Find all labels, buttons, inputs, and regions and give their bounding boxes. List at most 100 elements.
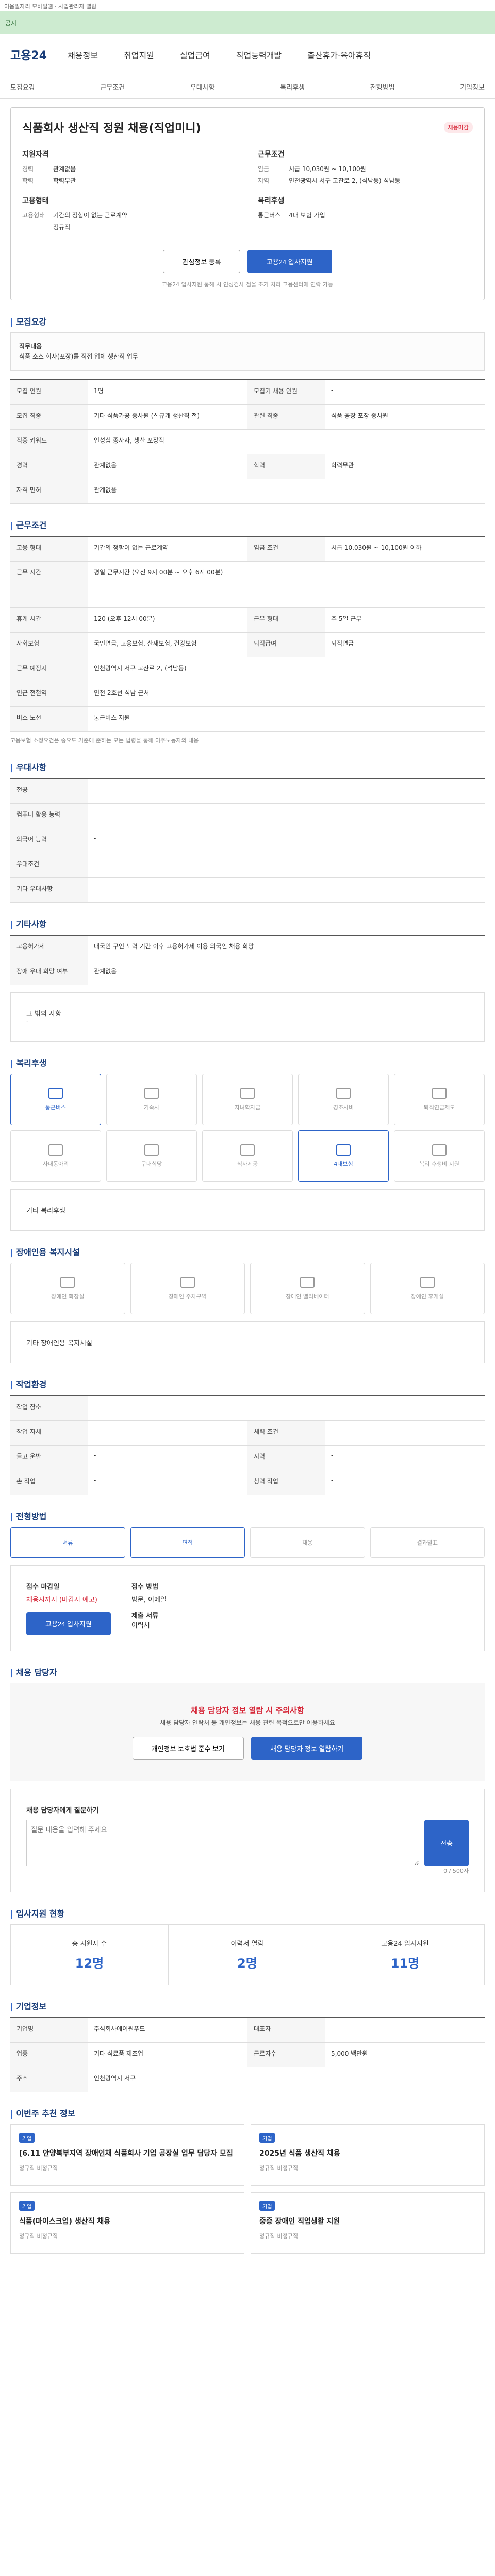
nav-item[interactable]: 출산휴가·육아휴직 bbox=[307, 48, 371, 61]
label: 지역 bbox=[258, 177, 270, 184]
item-title: [6.11 안양북부지역 장애인채 식품회사 기업 공장실 업무 담당자 모집 bbox=[19, 2149, 233, 2158]
recruit-section: 모집요강 직무내용 식품 소스 회사(포장)를 직접 업체 생산직 업무 모집 … bbox=[10, 315, 485, 504]
tab[interactable]: 기업정보 bbox=[460, 82, 485, 92]
apply-button[interactable]: 고용24 입사지원 bbox=[247, 250, 332, 273]
label: 경력 bbox=[22, 165, 34, 173]
cond-heading: 근무조건 bbox=[258, 150, 285, 159]
favorite-button[interactable]: 관심정보 등록 bbox=[163, 250, 240, 273]
welfare-card: 구내식당 bbox=[106, 1130, 197, 1182]
disabled-section: 장애인용 복지시설 장애인 화장실 장애인 주차구역 장애인 엘리베이터 장애인… bbox=[10, 1245, 485, 1363]
section-title: 이번주 추천 정보 bbox=[10, 2107, 485, 2119]
related-section: 이번주 추천 정보 기업 [6.11 안양북부지역 장애인채 식품회사 기업 공장… bbox=[10, 2107, 485, 2254]
work-note: 고용보험 소정요건은 중요도 기준에 준하는 모든 법령을 통해 이주노동자의 … bbox=[10, 737, 199, 744]
th: 근무 예정지 bbox=[10, 657, 88, 682]
related-item[interactable]: 기업 [6.11 안양북부지역 장애인채 식품회사 기업 공장실 업무 담당자 모… bbox=[10, 2124, 244, 2186]
stat-label: 총 지원자 수 bbox=[72, 1940, 107, 1948]
th: 대표자 bbox=[248, 2018, 325, 2042]
etc-value: - bbox=[26, 1018, 29, 1026]
th: 근무 시간 bbox=[10, 561, 88, 607]
tab[interactable]: 전형방법 bbox=[370, 82, 395, 92]
nav-item[interactable]: 채용정보 bbox=[68, 48, 98, 61]
th: 외국어 능력 bbox=[10, 828, 88, 853]
th: 모집 인원 bbox=[10, 380, 88, 404]
school-icon bbox=[240, 1087, 255, 1099]
lounge-icon bbox=[420, 1276, 435, 1288]
money-icon bbox=[432, 1144, 447, 1156]
stat: 이력서 열람 2명 bbox=[169, 1924, 326, 1985]
apply-button-2[interactable]: 고용24 입사지원 bbox=[26, 1612, 111, 1635]
tab[interactable]: 복리후생 bbox=[280, 82, 305, 92]
banner[interactable]: 공지 bbox=[0, 11, 495, 34]
welfare-card: 식사제공 bbox=[202, 1130, 293, 1182]
welfare-card: 자녀학자금 bbox=[202, 1073, 293, 1125]
elevator-icon bbox=[300, 1276, 315, 1288]
tab[interactable]: 모집요강 bbox=[10, 82, 35, 92]
facility-label: 장애인 화장실 bbox=[51, 1293, 85, 1300]
td: 120 (오후 12시 00분) bbox=[94, 615, 155, 622]
page: 이음일자리 모바일웹 · 사업관리자 열람 공지 고용24 채용정보 취업지원 … bbox=[0, 0, 495, 2316]
meta: 비정규직 bbox=[37, 2232, 58, 2240]
job-summary: 식품회사 생산직 정원 채용(직업미니) 채용마감 지원자격 경력 관계없음 학력… bbox=[10, 107, 485, 300]
tab[interactable]: 근무조건 bbox=[100, 82, 125, 92]
view-contact-button[interactable]: 채용 담당자 정보 열람하기 bbox=[251, 1737, 363, 1760]
facility-label: 장애인 주차구역 bbox=[168, 1293, 207, 1300]
th: 휴게 시간 bbox=[10, 607, 88, 632]
value: 통근버스 bbox=[258, 212, 281, 219]
th: 장애 우대 희망 여부 bbox=[10, 960, 88, 985]
send-button[interactable]: 전송 bbox=[424, 1820, 469, 1867]
td: - bbox=[94, 1451, 96, 1459]
main-nav: 채용정보 취업지원 실업급여 직업능력개발 출산휴가·육아휴직 bbox=[68, 48, 371, 61]
stat-value: 11명 bbox=[390, 1956, 420, 1971]
td: 학력무관 bbox=[331, 461, 354, 469]
privacy-button[interactable]: 개인정보 보호법 준수 보기 bbox=[132, 1737, 244, 1760]
stat-value: 12명 bbox=[75, 1956, 104, 1971]
td: 주 5일 근무 bbox=[331, 615, 362, 622]
welfare-card: 퇴직연금제도 bbox=[394, 1073, 485, 1125]
td: 평일 근무시간 (오전 9시 00분 ~ 오후 6시 00분) bbox=[94, 568, 223, 576]
welfare-label: 복리 후생비 지원 bbox=[419, 1160, 459, 1167]
tab[interactable]: 우대사항 bbox=[190, 82, 215, 92]
parking-icon bbox=[180, 1276, 195, 1288]
td: 인성심 종사자, 생산 포장직 bbox=[94, 436, 164, 444]
th: 컴퓨터 활용 능력 bbox=[10, 803, 88, 828]
td: 인천광역시 서구 bbox=[94, 2074, 136, 2082]
value: 기간의 정함이 없는 근로계약 bbox=[53, 212, 127, 219]
th: 학력 bbox=[248, 454, 325, 479]
th: 청력 작업 bbox=[248, 1470, 325, 1495]
pref-section: 우대사항 전공- 컴퓨터 활용 능력- 외국어 능력- 우대조건- 기타 우대사… bbox=[10, 760, 485, 903]
value: 시급 10,030원 ~ 10,100원 bbox=[289, 165, 366, 173]
td: - bbox=[94, 785, 96, 792]
qna-input[interactable] bbox=[26, 1820, 420, 1867]
meta: 비정규직 bbox=[277, 2164, 298, 2172]
welfare-card: 복리 후생비 지원 bbox=[394, 1130, 485, 1182]
tag: 기업 bbox=[259, 2132, 275, 2143]
td: 내국인 구인 노력 기간 이후 고용허가제 이용 외국인 채용 희망 bbox=[94, 942, 254, 950]
th: 근로자수 bbox=[248, 2042, 325, 2067]
th: 버스 노선 bbox=[10, 706, 88, 731]
td: - bbox=[94, 1427, 96, 1434]
related-item[interactable]: 기업 2025년 식품 생산직 채용 정규직 비정규직 bbox=[251, 2124, 485, 2186]
item-title: 2025년 식품 생산직 채용 bbox=[259, 2149, 340, 2158]
item-title: 중증 장애인 직업생활 지원 bbox=[259, 2217, 340, 2226]
nav-item[interactable]: 직업능력개발 bbox=[236, 48, 282, 61]
welfare-label: 기숙사 bbox=[143, 1104, 160, 1111]
td: - bbox=[331, 2024, 334, 2031]
th: 직종 키워드 bbox=[10, 429, 88, 454]
td: 인천 2호선 석남 근처 bbox=[94, 689, 150, 697]
section-title: 작업환경 bbox=[10, 1378, 485, 1390]
nav-item[interactable]: 취업지원 bbox=[124, 48, 154, 61]
site-logo[interactable]: 고용24 bbox=[10, 46, 47, 63]
related-item[interactable]: 기업 식품(마이스크업) 생산직 채용 정규직 비정규직 bbox=[10, 2192, 244, 2254]
nav-item[interactable]: 실업급여 bbox=[180, 48, 210, 61]
meta: 정규직 bbox=[259, 2232, 275, 2240]
th: 전공 bbox=[10, 778, 88, 803]
td: 관계없음 bbox=[94, 967, 117, 975]
welfare-label: 통근버스 bbox=[45, 1104, 67, 1111]
meta: 정규직 bbox=[19, 2232, 35, 2240]
related-item[interactable]: 기업 중증 장애인 직업생활 지원 정규직 비정규직 bbox=[251, 2192, 485, 2254]
apply-note: 고용24 입사지원 통해 시 인성검사 점을 조기 처리 고용센터에 연락 가능 bbox=[161, 281, 334, 288]
td: 인천광역시 서구 고잔로 2, (석남동) bbox=[94, 664, 187, 672]
welfare-card: 사내동아리 bbox=[10, 1130, 101, 1182]
docs: 이력서 bbox=[131, 1621, 150, 1630]
section-title: 기업정보 bbox=[10, 1999, 485, 2012]
